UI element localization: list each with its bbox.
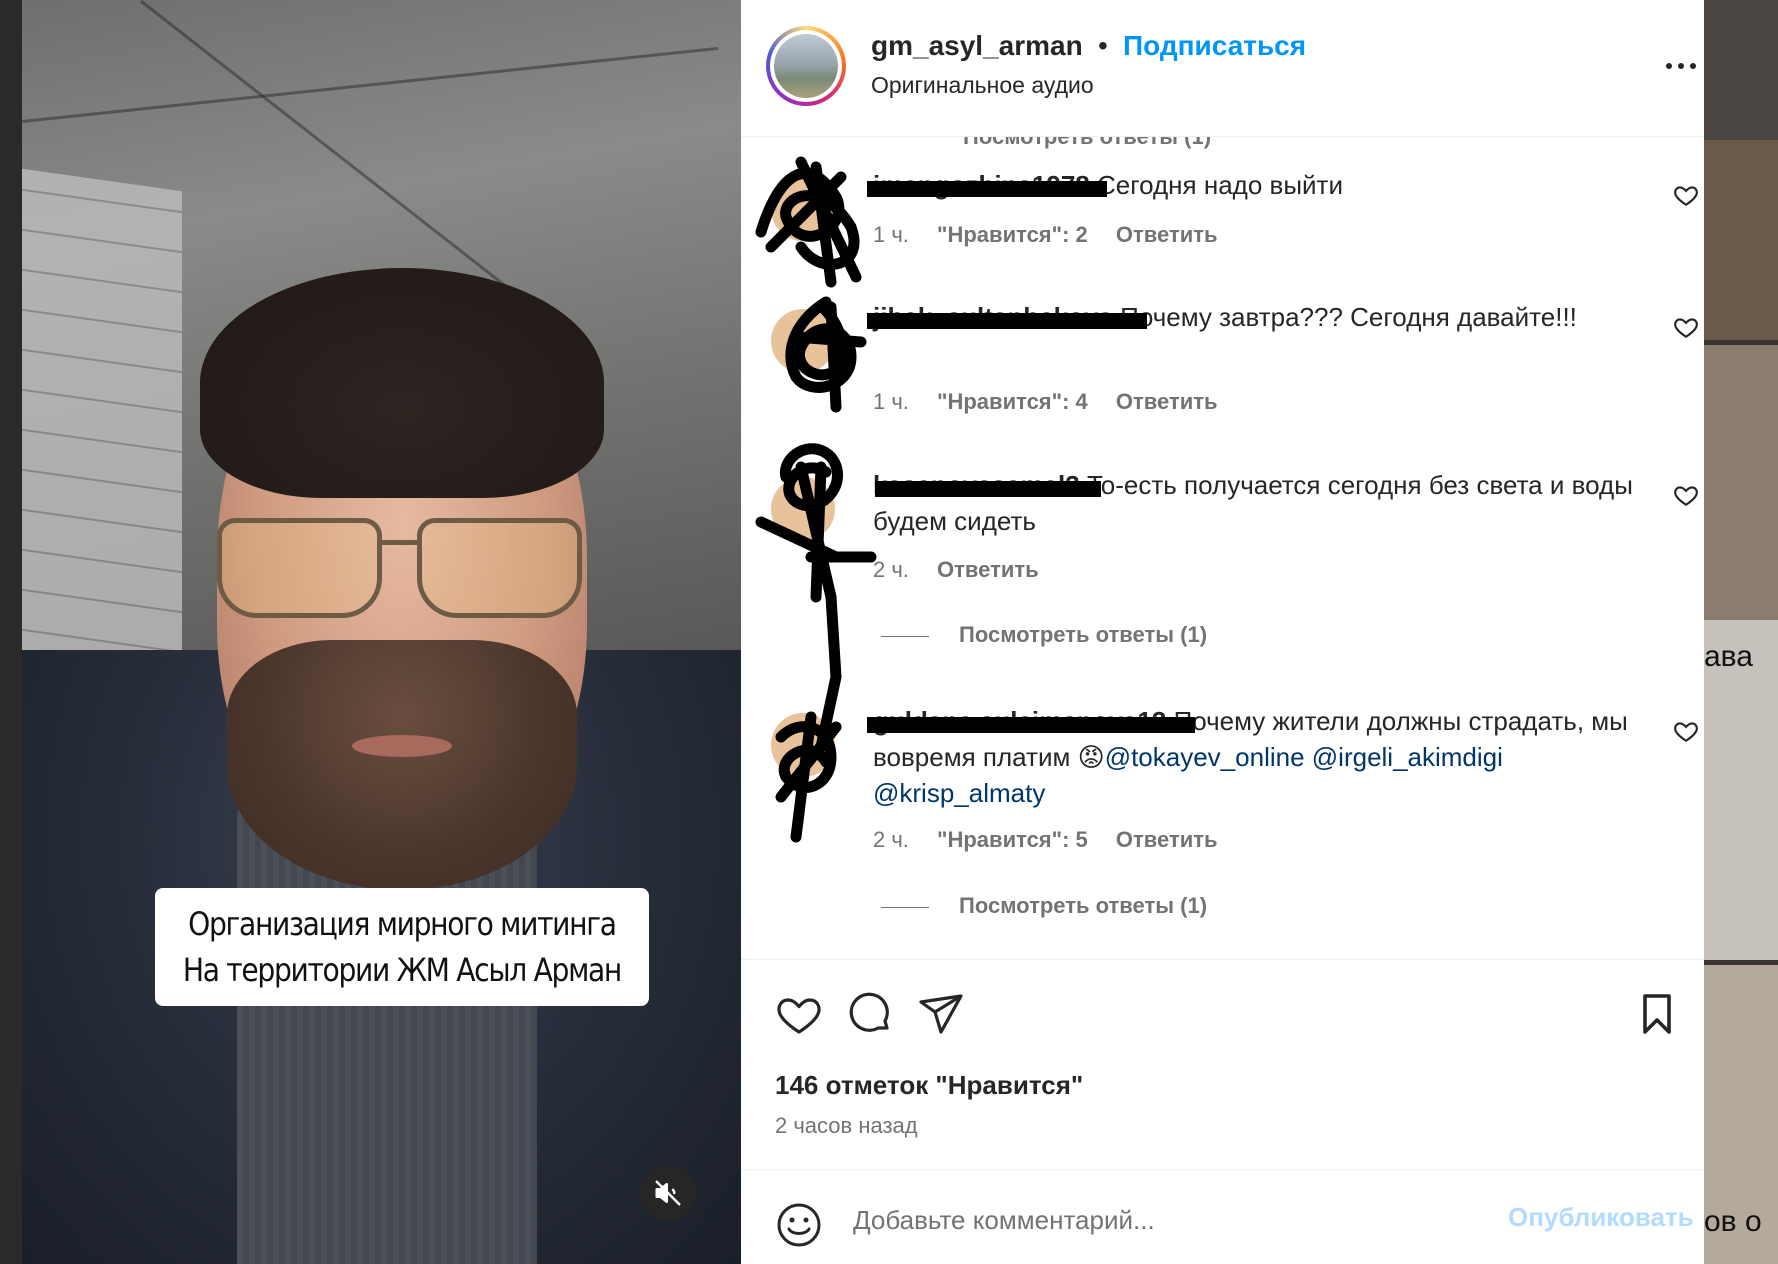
heart-icon[interactable] <box>775 990 823 1038</box>
video-caption: Организация мирного митинга На территори… <box>155 888 649 1006</box>
view-replies-link[interactable]: Посмотреть ответы (1) <box>881 893 1207 919</box>
comment-content: Сегодня надо выйти <box>1096 170 1343 200</box>
mention-link[interactable]: @krisp_almaty <box>873 778 1045 808</box>
like-comment-heart-icon[interactable] <box>1673 718 1699 744</box>
mute-toggle-button[interactable] <box>640 1165 696 1221</box>
comments-list[interactable]: Посмотреть ответы (1) imangozhina1978 Се… <box>741 137 1704 959</box>
comment-time: 1 ч. <box>873 389 909 414</box>
commenter-avatar[interactable] <box>771 713 835 777</box>
background-edge-right: ава ов о <box>1704 0 1778 1264</box>
post-header: gm_asyl_arman • Подписаться Оригинальное… <box>741 0 1704 137</box>
like-comment-heart-icon[interactable] <box>1673 182 1699 208</box>
emoji-picker-icon[interactable] <box>775 1201 823 1249</box>
comment-content: Почему завтра??? Сегодня давайте!!! <box>1120 302 1577 332</box>
view-replies-link-cut[interactable]: Посмотреть ответы (1) <box>963 137 1211 150</box>
like-comment-heart-icon[interactable] <box>1673 314 1699 340</box>
replies-line <box>881 906 929 908</box>
comment-icon[interactable] <box>847 990 895 1038</box>
comment-meta: 2 ч. "Нравится": 5 Ответить <box>873 827 1240 853</box>
separator-dot: • <box>1098 30 1108 61</box>
commenter-avatar[interactable] <box>771 309 835 373</box>
muted-speaker-icon <box>655 1180 681 1206</box>
comment-likes[interactable]: "Нравится": 2 <box>937 222 1088 247</box>
likes-count[interactable]: 146 отметок "Нравится" <box>775 1070 1083 1101</box>
comment-meta: 1 ч. "Нравится": 4 Ответить <box>873 389 1240 415</box>
caption-line-2: На территории ЖМ Асыл Арман <box>182 951 622 989</box>
reply-button[interactable]: Ответить <box>1116 222 1218 247</box>
comment-time: 2 ч. <box>873 827 909 852</box>
audio-label[interactable]: Оригинальное аудио <box>871 72 1094 99</box>
ceiling-seam <box>22 46 719 123</box>
view-replies-label: Посмотреть ответы (1) <box>959 622 1208 647</box>
share-icon[interactable] <box>917 990 965 1038</box>
hair <box>200 268 604 498</box>
background-edge-left <box>0 0 22 1264</box>
view-replies-label: Посмотреть ответы (1) <box>959 893 1208 918</box>
caption-line-1: Организация мирного митинга <box>188 905 617 943</box>
post-time: 2 часов назад <box>775 1113 918 1138</box>
redaction-bar <box>867 181 1107 197</box>
reply-button[interactable]: Ответить <box>937 557 1039 582</box>
more-options-icon[interactable] <box>1663 52 1699 80</box>
comment-input[interactable] <box>853 1200 1473 1240</box>
reply-button[interactable]: Ответить <box>1116 827 1218 852</box>
mouth <box>352 735 452 757</box>
follow-button[interactable]: Подписаться <box>1123 30 1306 62</box>
replies-line <box>881 635 929 637</box>
comment-likes[interactable]: "Нравится": 5 <box>937 827 1088 852</box>
add-comment-bar: Опубликовать <box>741 1169 1704 1264</box>
commenter-avatar[interactable] <box>771 177 835 241</box>
comment-time: 1 ч. <box>873 222 909 247</box>
author-username[interactable]: gm_asyl_arman <box>871 30 1083 62</box>
mention-link[interactable]: @tokayev_online <box>1105 742 1305 772</box>
brick-wall <box>22 168 182 692</box>
reel-video[interactable]: Организация мирного митинга На территори… <box>22 0 741 1264</box>
bookmark-icon[interactable] <box>1633 990 1681 1038</box>
redaction-bar <box>867 717 1195 733</box>
comment-meta: 1 ч. "Нравится": 2 Ответить <box>873 222 1240 248</box>
publish-button[interactable]: Опубликовать <box>1508 1202 1694 1233</box>
reply-button[interactable]: Ответить <box>1116 389 1218 414</box>
redaction-bar <box>867 313 1147 329</box>
angry-face-emoji: 😡 <box>1077 742 1105 772</box>
glasses <box>202 518 602 628</box>
comment-likes[interactable]: "Нравится": 4 <box>937 389 1088 414</box>
redaction-bar <box>875 481 1101 497</box>
author-avatar[interactable] <box>766 26 846 106</box>
comment-meta: 2 ч. Ответить <box>873 557 1061 583</box>
post-side-panel: gm_asyl_arman • Подписаться Оригинальное… <box>741 0 1704 1264</box>
background-text-fragment: ава <box>1704 640 1753 673</box>
instagram-post-viewer: Организация мирного митинга На территори… <box>0 0 1778 1264</box>
mention-link[interactable]: @irgeli_akimdigi <box>1312 742 1503 772</box>
post-actions: 146 отметок "Нравится" 2 часов назад <box>741 959 1704 1169</box>
commenter-avatar[interactable] <box>771 477 835 541</box>
background-text-fragment: ов о <box>1704 1205 1762 1238</box>
comment-time: 2 ч. <box>873 557 909 582</box>
view-replies-link[interactable]: Посмотреть ответы (1) <box>881 622 1207 648</box>
comment-text: kasenovasamal3 То-есть получается сегодн… <box>873 467 1633 539</box>
like-comment-heart-icon[interactable] <box>1673 482 1699 508</box>
beard <box>227 640 577 890</box>
avatar-image <box>774 34 838 98</box>
